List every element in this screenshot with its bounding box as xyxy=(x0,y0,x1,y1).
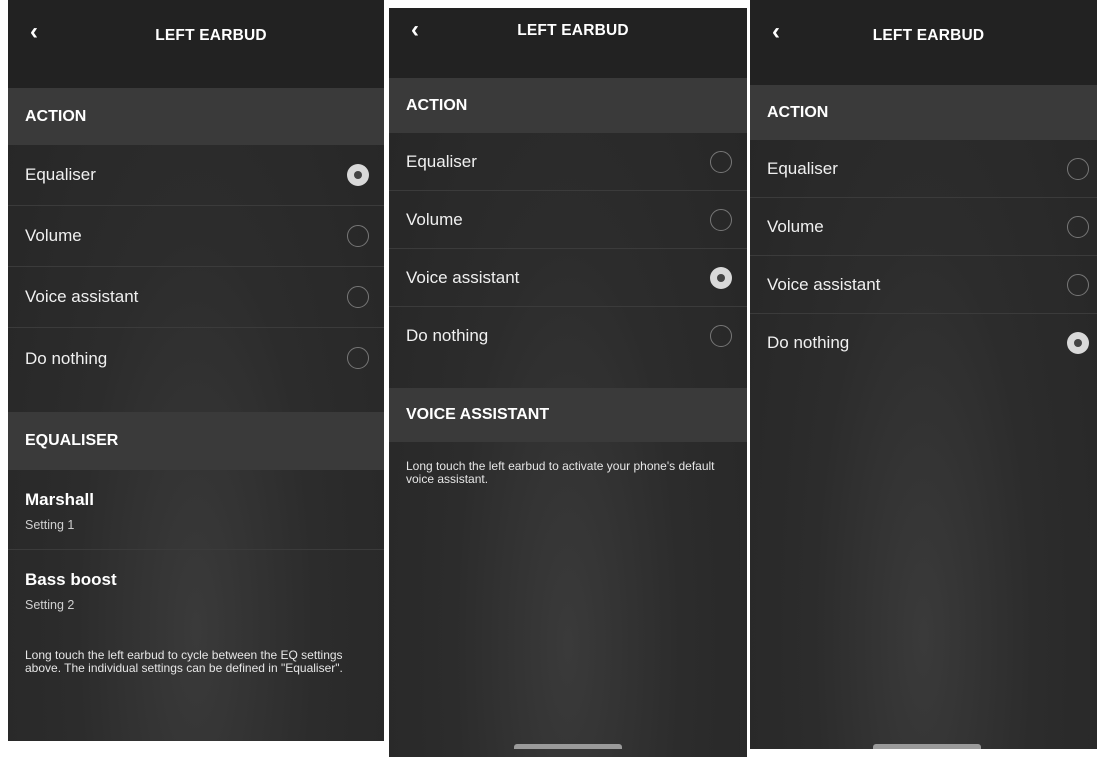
option-label: Volume xyxy=(767,216,824,236)
option-label: Voice assistant xyxy=(406,267,520,287)
option-label: Volume xyxy=(406,209,463,229)
screen-do-nothing: ‹ LEFT EARBUD ACTION Equaliser Volume Vo… xyxy=(750,0,1097,749)
option-volume[interactable]: Volume xyxy=(750,198,1097,256)
header: ‹ LEFT EARBUD xyxy=(8,0,384,88)
option-do-nothing[interactable]: Do nothing xyxy=(389,307,747,365)
radio-selected-icon[interactable] xyxy=(710,267,732,289)
option-label: Equaliser xyxy=(406,151,477,171)
option-volume[interactable]: Volume xyxy=(8,206,384,267)
option-label: Equaliser xyxy=(767,158,838,178)
section-header-action: ACTION xyxy=(750,85,1097,140)
section-header-action: ACTION xyxy=(8,88,384,145)
eq-setting-subtitle: Setting 1 xyxy=(25,518,75,532)
screen-equaliser: ‹ LEFT EARBUD ACTION Equaliser Volume Vo… xyxy=(8,0,384,741)
eq-setting-bass-boost[interactable]: Bass boost Setting 2 xyxy=(8,570,384,630)
page-title: LEFT EARBUD xyxy=(872,27,985,44)
option-label: Do nothing xyxy=(767,333,850,352)
home-indicator xyxy=(873,744,981,749)
radio-unselected-icon[interactable] xyxy=(1067,158,1089,180)
eq-setting-marshall[interactable]: Marshall Setting 1 xyxy=(8,490,384,550)
help-text: Long touch the left earbud to activate y… xyxy=(406,459,715,486)
option-label: Voice assistant xyxy=(767,274,881,294)
option-label: Equaliser xyxy=(25,165,96,184)
section-header-equaliser: EQUALISER xyxy=(8,412,384,470)
radio-selected-icon[interactable] xyxy=(1067,332,1089,354)
radio-unselected-icon[interactable] xyxy=(710,151,732,173)
help-text: Long touch the left earbud to cycle betw… xyxy=(25,648,343,675)
option-label: Volume xyxy=(25,226,82,245)
option-volume[interactable]: Volume xyxy=(389,191,747,249)
screen-voice-assistant: ‹ LEFT EARBUD ACTION Equaliser Volume Vo… xyxy=(389,8,747,757)
radio-unselected-icon[interactable] xyxy=(710,325,732,347)
header: ‹ LEFT EARBUD xyxy=(750,0,1097,85)
option-do-nothing[interactable]: Do nothing xyxy=(750,314,1097,372)
section-header-voice-assistant: VOICE ASSISTANT xyxy=(389,388,747,442)
option-equaliser[interactable]: Equaliser xyxy=(8,145,384,206)
radio-unselected-icon[interactable] xyxy=(347,286,369,308)
eq-setting-name: Marshall xyxy=(25,490,94,509)
option-voice-assistant[interactable]: Voice assistant xyxy=(389,249,747,307)
option-label: Do nothing xyxy=(25,348,108,368)
option-label: Voice assistant xyxy=(25,287,139,306)
page-title: LEFT EARBUD xyxy=(517,22,629,39)
option-voice-assistant[interactable]: Voice assistant xyxy=(750,256,1097,314)
header: ‹ LEFT EARBUD xyxy=(389,8,747,86)
radio-unselected-icon[interactable] xyxy=(347,347,369,369)
home-indicator xyxy=(514,744,622,749)
radio-unselected-icon[interactable] xyxy=(1067,216,1089,238)
radio-unselected-icon[interactable] xyxy=(710,209,732,231)
radio-selected-icon[interactable] xyxy=(347,164,369,186)
page-title: LEFT EARBUD xyxy=(155,27,267,44)
option-voice-assistant[interactable]: Voice assistant xyxy=(8,267,384,328)
radio-unselected-icon[interactable] xyxy=(1067,274,1089,296)
option-equaliser[interactable]: Equaliser xyxy=(389,133,747,191)
option-equaliser[interactable]: Equaliser xyxy=(750,140,1097,198)
eq-setting-subtitle: Setting 2 xyxy=(25,598,75,612)
radio-unselected-icon[interactable] xyxy=(347,225,369,247)
option-do-nothing[interactable]: Do nothing xyxy=(8,328,384,389)
eq-setting-name: Bass boost xyxy=(25,570,117,589)
section-header-action: ACTION xyxy=(389,78,747,133)
option-label: Do nothing xyxy=(406,326,489,345)
